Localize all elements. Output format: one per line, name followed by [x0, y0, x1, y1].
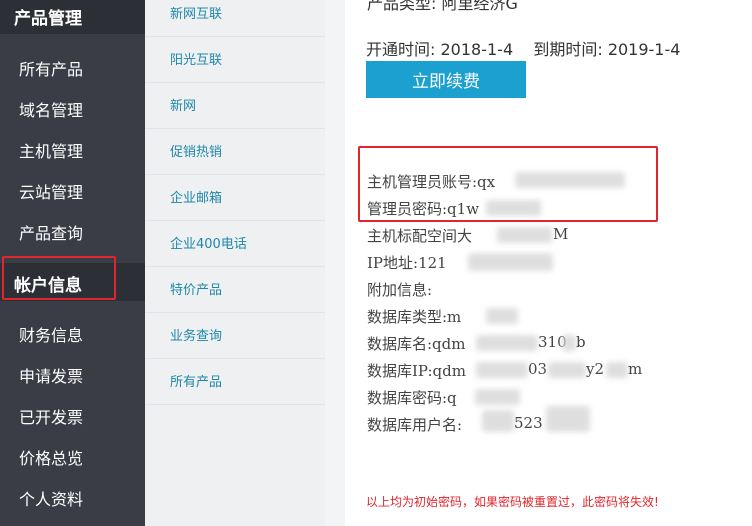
menu-item-xinnet-hulian[interactable]: 新网互联 — [145, 0, 325, 37]
redacted-blur — [606, 362, 628, 378]
redacted-blur — [475, 389, 520, 405]
menu-item-all-products[interactable]: 所有产品 — [145, 359, 325, 405]
sidebar-item-finance[interactable]: 财务信息 — [0, 316, 145, 350]
menu-item-promotion[interactable]: 促销热销 — [145, 129, 325, 175]
redacted-blur — [497, 227, 552, 243]
menu-item-yangguang[interactable]: 阳光互联 — [145, 37, 325, 83]
left-sidebar: 产品管理 所有产品 域名管理 主机管理 云站管理 产品查询 帐户信息 财务信息 … — [0, 0, 145, 526]
sidebar-item-label: 财务信息 — [19, 326, 84, 345]
admin-password-line: 管理员密码:q1w — [367, 200, 480, 218]
sidebar-item-label: 已开发票 — [19, 408, 84, 427]
product-type-text: 产品类型: 阿里经济G — [367, 0, 518, 13]
open-date-label: 开通时间: — [366, 40, 436, 59]
redacted-blur — [468, 253, 553, 271]
sidebar-item-profile[interactable]: 个人资料 — [0, 480, 145, 514]
menu-item-enterprise-mail[interactable]: 企业邮箱 — [145, 175, 325, 221]
sidebar-item-label: 个人资料 — [19, 490, 84, 509]
menu-item-label: 企业400电话 — [170, 237, 247, 252]
db-type-line: 数据库类型:m — [367, 308, 462, 326]
sidebar-item-label: 价格总览 — [19, 449, 84, 468]
extra-info-line: 附加信息: — [367, 281, 433, 299]
menu-item-label: 所有产品 — [170, 375, 223, 390]
space-line: 主机标配空间大 — [367, 227, 473, 245]
middle-menu: 新网互联 阳光互联 新网 促销热销 企业邮箱 企业400电话 特价产品 业务查询… — [145, 0, 325, 526]
sidebar-item-product-query[interactable]: 产品查询 — [0, 214, 145, 248]
redacted-blur — [476, 335, 538, 351]
service-dates: 开通时间: 2018-1-4 到期时间: 2019-1-4 — [366, 36, 680, 60]
admin-account-line: 主机管理员账号:qx — [367, 173, 496, 191]
sidebar-item-label: 主机管理 — [19, 142, 84, 161]
menu-item-business-query[interactable]: 业务查询 — [145, 313, 325, 359]
redacted-blur — [515, 172, 625, 188]
db-user-line: 数据库用户名: — [367, 416, 463, 434]
sidebar-item-cloud-site[interactable]: 云站管理 — [0, 173, 145, 207]
db-ip-end: m — [628, 360, 643, 378]
sidebar-section-product[interactable]: 产品管理 — [0, 0, 145, 34]
menu-item-label: 业务查询 — [170, 329, 223, 344]
redacted-blur — [486, 308, 518, 324]
menu-item-400-phone[interactable]: 企业400电话 — [145, 221, 325, 267]
sidebar-section-label: 帐户信息 — [14, 276, 82, 296]
sidebar-item-host[interactable]: 主机管理 — [0, 132, 145, 166]
sidebar-section-label: 产品管理 — [14, 9, 82, 29]
sidebar-item-apply-invoice[interactable]: 申请发票 — [0, 357, 145, 391]
menu-item-label: 阳光互联 — [170, 53, 223, 68]
menu-item-label: 特价产品 — [170, 283, 223, 298]
space-unit: M — [553, 225, 569, 243]
app-root: 产品管理 所有产品 域名管理 主机管理 云站管理 产品查询 帐户信息 财务信息 … — [0, 0, 752, 526]
expire-date-label: 到期时间: — [533, 40, 603, 59]
db-password-line: 数据库密码:q — [367, 389, 457, 407]
sidebar-item-all-products[interactable]: 所有产品 — [0, 50, 145, 84]
sidebar-item-label: 产品查询 — [19, 224, 84, 243]
sidebar-item-label: 所有产品 — [19, 60, 84, 79]
redacted-blur — [562, 335, 576, 351]
db-ip-mid2: y2 — [586, 360, 605, 378]
redacted-blur — [548, 362, 586, 378]
menu-item-label: 企业邮箱 — [170, 191, 223, 206]
sidebar-item-price-overview[interactable]: 价格总览 — [0, 439, 145, 473]
ip-line: IP地址:121 — [367, 254, 447, 272]
redacted-blur — [482, 410, 514, 432]
db-ip-mid: 03 — [528, 360, 548, 378]
password-warning: 以上均为初始密码，如果密码被重置过，此密码将失效! — [366, 495, 659, 509]
renew-button[interactable]: 立即续费 — [366, 61, 526, 98]
redacted-blur — [546, 406, 590, 432]
sidebar-section-account[interactable]: 帐户信息 — [0, 263, 145, 301]
redacted-blur — [476, 362, 528, 378]
sidebar-item-label: 云站管理 — [19, 183, 84, 202]
db-name-end: b — [576, 333, 586, 351]
sidebar-item-label: 域名管理 — [19, 101, 84, 120]
redacted-blur — [486, 200, 541, 216]
db-user-mid: 523 — [514, 414, 543, 432]
menu-item-label: 新网 — [170, 99, 197, 114]
sidebar-item-issued-invoice[interactable]: 已开发票 — [0, 398, 145, 432]
sidebar-item-domain[interactable]: 域名管理 — [0, 91, 145, 125]
sidebar-item-label: 申请发票 — [19, 367, 84, 386]
open-date-value: 2018-1-4 — [440, 40, 514, 59]
menu-item-xinnet[interactable]: 新网 — [145, 83, 325, 129]
db-ip-line: 数据库IP:qdm — [367, 362, 466, 380]
db-name-line: 数据库名:qdm — [367, 335, 466, 353]
menu-item-label: 促销热销 — [170, 145, 223, 160]
menu-item-label: 新网互联 — [170, 7, 223, 22]
menu-item-special-offers[interactable]: 特价产品 — [145, 267, 325, 313]
expire-date-value: 2019-1-4 — [607, 40, 681, 59]
